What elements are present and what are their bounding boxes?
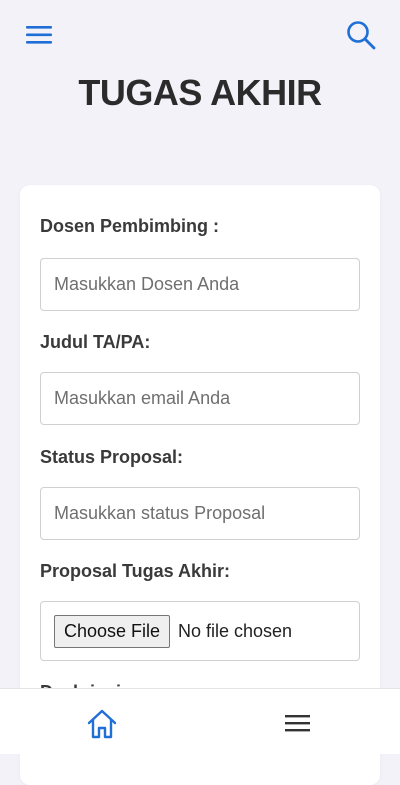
top-bar	[0, 0, 400, 70]
proposal-file-input[interactable]: Choose File No file chosen	[40, 601, 360, 661]
choose-file-button[interactable]: Choose File	[54, 615, 171, 648]
status-proposal-label: Status Proposal:	[40, 447, 184, 467]
proposal-tugas-akhir-label: Proposal Tugas Akhir:	[40, 561, 231, 581]
hamburger-menu-button[interactable]	[26, 26, 52, 44]
status-proposal-input[interactable]	[40, 487, 360, 540]
home-button[interactable]	[86, 708, 118, 740]
home-icon	[87, 709, 117, 739]
hamburger-icon	[285, 715, 310, 732]
page-title: TUGAS AKHIR	[78, 72, 322, 113]
hamburger-icon	[26, 26, 52, 44]
judul-ta-pa-label: Judul TA/PA:	[40, 332, 151, 352]
bottom-menu-button[interactable]	[285, 715, 310, 732]
dosen-pembimbing-label: Dosen Pembimbing :	[40, 216, 220, 236]
judul-ta-pa-input[interactable]	[40, 372, 360, 425]
dosen-pembimbing-input[interactable]	[40, 258, 360, 311]
search-icon	[347, 21, 376, 50]
file-status-text: No file chosen	[178, 621, 293, 641]
search-button[interactable]	[346, 20, 376, 50]
bottom-navigation	[0, 688, 400, 754]
